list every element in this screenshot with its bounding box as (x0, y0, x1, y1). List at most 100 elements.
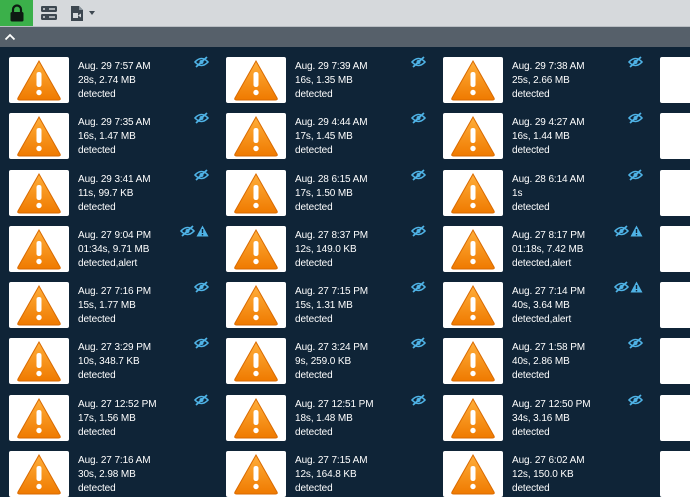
event-thumbnail-partial[interactable] (660, 226, 690, 272)
event-card[interactable]: Aug. 27 6:02 AM 12s, 150.0 KB detected (434, 441, 651, 497)
event-tags: detected,alert (78, 258, 138, 269)
event-card[interactable]: Aug. 27 12:51 PM 18s, 1.48 MB detected (217, 385, 434, 441)
event-duration-size: 34s, 3.16 MB (512, 413, 570, 424)
event-card[interactable]: Aug. 29 4:44 AM 17s, 1.45 MB detected (217, 103, 434, 159)
event-card[interactable]: Aug. 27 12:50 PM 34s, 3.16 MB detected (434, 385, 651, 441)
hidden-toggle[interactable] (194, 337, 209, 349)
alert-indicator (196, 225, 209, 237)
hidden-eye-icon (194, 112, 209, 124)
event-card[interactable]: Aug. 27 8:17 PM 01:18s, 7.42 MB detected,a… (434, 216, 651, 272)
hidden-toggle[interactable] (180, 225, 195, 237)
event-thumbnail-partial[interactable] (660, 338, 690, 384)
event-card[interactable]: Aug. 27 1:58 PM 40s, 2.86 MB detected (434, 328, 651, 384)
event-thumbnail[interactable] (443, 226, 503, 272)
event-thumbnail[interactable] (9, 451, 69, 497)
event-card[interactable]: Aug. 27 8:37 PM 12s, 149.0 KB detected (217, 216, 434, 272)
event-thumbnail[interactable] (9, 113, 69, 159)
hidden-eye-icon (194, 56, 209, 68)
event-card[interactable]: Aug. 28 6:14 AM 1s detected (434, 160, 651, 216)
event-thumbnail-partial[interactable] (660, 170, 690, 216)
event-thumbnail[interactable] (443, 451, 503, 497)
event-card[interactable]: Aug. 27 7:15 AM 12s, 164.8 KB detected (217, 441, 434, 497)
event-details: Aug. 27 12:51 PM 18s, 1.48 MB detected (295, 398, 395, 440)
collapse-button[interactable] (2, 29, 18, 45)
event-thumbnail[interactable] (226, 338, 286, 384)
event-thumbnail[interactable] (9, 170, 69, 216)
event-thumbnail[interactable] (226, 170, 286, 216)
server-button[interactable] (40, 3, 58, 23)
event-thumbnail-partial[interactable] (660, 113, 690, 159)
hidden-toggle[interactable] (628, 337, 643, 349)
event-thumbnail[interactable] (443, 282, 503, 328)
event-card[interactable]: Aug. 27 12:52 PM 17s, 1.56 MB detected (0, 385, 217, 441)
event-thumbnail[interactable] (443, 57, 503, 103)
event-thumbnail-partial[interactable] (660, 282, 690, 328)
event-card[interactable]: Aug. 27 3:29 PM 10s, 348.7 KB detected (0, 328, 217, 384)
hidden-eye-icon (628, 112, 643, 124)
event-card[interactable]: Aug. 28 6:15 AM 17s, 1.50 MB detected (217, 160, 434, 216)
event-card[interactable]: Aug. 29 3:41 AM 11s, 99.7 KB detected (0, 160, 217, 216)
event-thumbnail[interactable] (226, 395, 286, 441)
hidden-toggle[interactable] (411, 394, 426, 406)
event-thumbnail[interactable] (226, 282, 286, 328)
lock-button[interactable] (0, 0, 33, 26)
hidden-toggle[interactable] (194, 112, 209, 124)
event-thumbnail[interactable] (443, 338, 503, 384)
event-time: Aug. 27 12:50 PM (512, 399, 591, 410)
hidden-toggle[interactable] (614, 281, 629, 293)
warning-icon (451, 397, 495, 439)
hidden-toggle[interactable] (628, 394, 643, 406)
hidden-toggle[interactable] (194, 281, 209, 293)
hidden-toggle[interactable] (194, 394, 209, 406)
event-thumbnail[interactable] (226, 226, 286, 272)
event-thumbnail[interactable] (226, 451, 286, 497)
event-thumbnail[interactable] (9, 338, 69, 384)
event-thumbnail[interactable] (9, 57, 69, 103)
hidden-toggle[interactable] (628, 169, 643, 181)
hidden-toggle[interactable] (411, 169, 426, 181)
event-time: Aug. 27 7:15 PM (295, 286, 368, 297)
event-thumbnail-partial[interactable] (660, 57, 690, 103)
event-time: Aug. 27 9:04 PM (78, 230, 151, 241)
event-thumbnail[interactable] (443, 170, 503, 216)
hidden-toggle[interactable] (411, 56, 426, 68)
event-card[interactable]: Aug. 27 7:14 PM 40s, 3.64 MB detected,aler… (434, 272, 651, 328)
event-duration-size: 01:34s, 9.71 MB (78, 244, 150, 255)
event-thumbnail[interactable] (443, 395, 503, 441)
hidden-eye-icon (411, 112, 426, 124)
event-thumbnail[interactable] (226, 113, 286, 159)
event-card[interactable]: Aug. 29 4:27 AM 16s, 1.44 MB detected (434, 103, 651, 159)
hidden-toggle[interactable] (411, 281, 426, 293)
event-time: Aug. 27 7:14 PM (512, 286, 585, 297)
event-card[interactable]: Aug. 29 7:39 AM 16s, 1.35 MB detected (217, 47, 434, 103)
event-thumbnail[interactable] (9, 226, 69, 272)
hidden-toggle[interactable] (411, 112, 426, 124)
event-thumbnail[interactable] (226, 57, 286, 103)
event-card[interactable]: Aug. 27 7:16 AM 30s, 2.98 MB detected (0, 441, 217, 497)
hidden-toggle[interactable] (628, 56, 643, 68)
event-thumbnail-partial[interactable] (660, 451, 690, 497)
event-card[interactable]: Aug. 29 7:57 AM 28s, 2.74 MB detected (0, 47, 217, 103)
event-card[interactable]: Aug. 27 7:15 PM 15s, 1.31 MB detected (217, 272, 434, 328)
hidden-eye-icon (411, 56, 426, 68)
hidden-toggle[interactable] (411, 337, 426, 349)
warning-icon (234, 397, 278, 439)
camera-menu-button[interactable] (70, 3, 96, 23)
event-thumbnail[interactable] (9, 395, 69, 441)
event-card[interactable]: Aug. 27 3:24 PM 9s, 259.0 KB detected (217, 328, 434, 384)
event-card[interactable]: Aug. 29 7:38 AM 25s, 2.66 MB detected (434, 47, 651, 103)
event-thumbnail[interactable] (443, 113, 503, 159)
event-thumbnail-partial[interactable] (660, 395, 690, 441)
hidden-toggle[interactable] (614, 225, 629, 237)
event-card[interactable]: Aug. 27 9:04 PM 01:34s, 9.71 MB detected,a… (0, 216, 217, 272)
hidden-eye-icon (628, 56, 643, 68)
event-thumbnail[interactable] (9, 282, 69, 328)
event-status-icons (628, 337, 643, 349)
hidden-toggle[interactable] (194, 169, 209, 181)
hidden-toggle[interactable] (628, 112, 643, 124)
hidden-toggle[interactable] (194, 56, 209, 68)
event-card[interactable]: Aug. 29 7:35 AM 16s, 1.47 MB detected (0, 103, 217, 159)
hidden-toggle[interactable] (411, 225, 426, 237)
event-card[interactable]: Aug. 27 7:16 PM 15s, 1.77 MB detected (0, 272, 217, 328)
event-duration-size: 16s, 1.44 MB (512, 131, 570, 142)
